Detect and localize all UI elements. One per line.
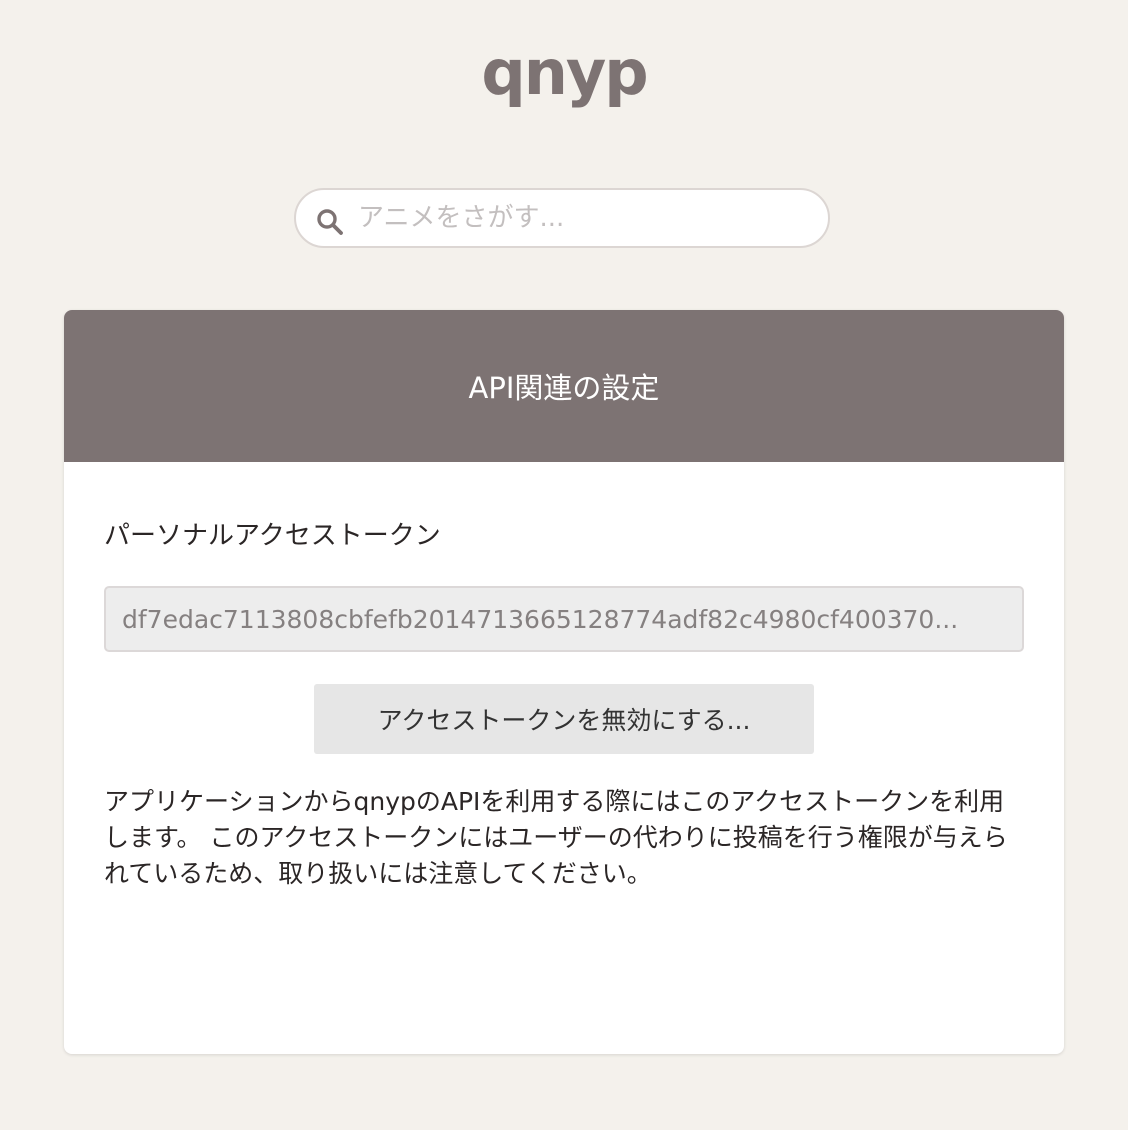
search-input[interactable]: [358, 198, 808, 238]
personal-access-token-label: パーソナルアクセストークン: [104, 521, 441, 551]
search-bar: [294, 188, 830, 248]
qnyp-logo[interactable]: qnyp: [0, 38, 1128, 108]
search-icon: [317, 209, 343, 235]
card-header: API関連の設定: [64, 310, 1064, 462]
access-token-field[interactable]: [104, 586, 1024, 652]
api-settings-card: API関連の設定 パーソナルアクセストークン アクセストークンを無効にする...…: [64, 310, 1064, 1054]
token-description: アプリケーションからqnypのAPIを利用する際にはこのアクセストークンを利用し…: [104, 787, 1008, 888]
card-title: API関連の設定: [468, 371, 660, 405]
revoke-token-button[interactable]: アクセストークンを無効にする...: [314, 684, 814, 754]
